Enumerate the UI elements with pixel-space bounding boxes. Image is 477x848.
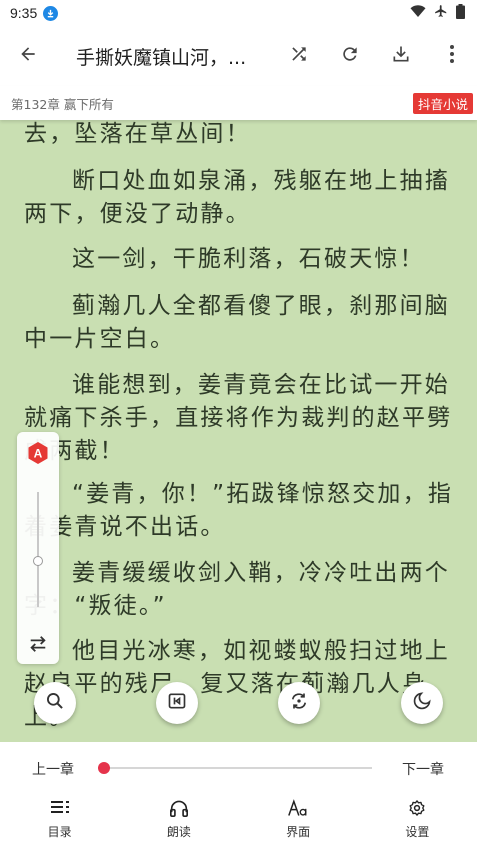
bottom-nav: 目录 朗读 界面 设置 xyxy=(0,794,477,848)
auto-page-icon[interactable]: A xyxy=(26,441,50,465)
paragraph: 这一剑，干脆利落，石破天惊！ xyxy=(72,246,425,272)
brightness-slider-thumb[interactable] xyxy=(33,556,43,566)
battery-icon xyxy=(456,3,465,23)
more-options-button[interactable] xyxy=(426,26,477,86)
download-badge-icon xyxy=(43,5,59,21)
paragraph: 姜青缓缓收剑入鞘，冷冷吐出两个字：“叛徒。” xyxy=(24,560,450,619)
chapter-progress-thumb[interactable] xyxy=(98,762,110,774)
nav-settings-label: 设置 xyxy=(405,825,430,839)
paragraph: 断口处血如泉涌，残躯在地上抽搐两下，便没了动静。 xyxy=(24,168,450,227)
paragraph: “姜青，你！”拓跋锋惊怒交加，指着姜青说不出话。 xyxy=(24,481,454,540)
night-mode-icon xyxy=(412,691,432,715)
source-tag[interactable]: 抖音小说 xyxy=(412,92,473,114)
auto-read-button[interactable] xyxy=(156,682,198,724)
refresh-icon xyxy=(340,44,360,68)
back-arrow-icon xyxy=(18,44,38,68)
nav-interface-label: 界面 xyxy=(286,825,311,839)
airplane-mode-icon xyxy=(434,4,448,22)
search-icon xyxy=(45,691,65,715)
shuffle-icon xyxy=(289,44,309,68)
change-source-button[interactable] xyxy=(273,26,324,86)
swap-orientation-icon[interactable] xyxy=(27,634,49,658)
chapter-progress-track[interactable] xyxy=(104,767,372,769)
brightness-slider-track[interactable] xyxy=(37,492,39,607)
settings-gear-icon xyxy=(408,798,426,818)
nav-toc[interactable]: 目录 xyxy=(0,794,119,848)
chapter-title: 第132章 赢下所有 xyxy=(11,96,114,112)
refresh-button[interactable] xyxy=(324,26,375,86)
toc-icon xyxy=(50,798,70,818)
chapter-bar: 第132章 赢下所有 抖音小说 xyxy=(0,86,477,120)
night-mode-button[interactable] xyxy=(401,682,443,724)
next-chapter-button[interactable]: 下一章 xyxy=(402,759,444,779)
nav-read-aloud[interactable]: 朗读 xyxy=(119,794,238,848)
auto-badge-letter: A xyxy=(34,447,43,461)
book-title: 手撕妖魔镇山河，... xyxy=(76,46,247,69)
reader-menu-bottom: 上一章 下一章 目录 朗读 界面 设置 xyxy=(0,742,477,848)
headphones-icon xyxy=(169,798,189,818)
app-bar: 手撕妖魔镇山河，... xyxy=(0,26,477,86)
paragraph: 蓟瀚几人全都看傻了眼，刹那间脑中一片空白。 xyxy=(24,293,450,352)
font-style-icon xyxy=(288,798,308,818)
back-button[interactable] xyxy=(0,26,56,86)
nav-toc-label: 目录 xyxy=(47,825,72,839)
replace-icon xyxy=(289,691,309,715)
auto-read-icon xyxy=(167,691,187,715)
reading-area[interactable]: 去，坠落在草丛间！ 断口处血如泉涌，残躯在地上抽搐两下，便没了动静。 这一剑，干… xyxy=(0,120,477,742)
wifi-icon xyxy=(410,4,426,22)
status-bar: 9:35 xyxy=(0,0,477,26)
download-icon xyxy=(391,44,411,68)
prev-chapter-button[interactable]: 上一章 xyxy=(32,759,74,779)
nav-read-aloud-label: 朗读 xyxy=(166,825,191,839)
paragraph: 谁能想到，姜青竟会在比试一开始就痛下杀手，直接将作为裁判的赵平劈成两截！ xyxy=(24,372,453,464)
brightness-side-panel: A xyxy=(17,432,59,664)
replace-button[interactable] xyxy=(278,682,320,724)
status-time: 9:35 xyxy=(10,5,38,21)
nav-interface[interactable]: 界面 xyxy=(239,794,358,848)
paragraph: 去，坠落在草丛间！ xyxy=(24,121,251,147)
download-button[interactable] xyxy=(375,26,426,86)
more-vert-icon xyxy=(449,44,455,68)
nav-settings[interactable]: 设置 xyxy=(358,794,477,848)
search-button[interactable] xyxy=(34,682,76,724)
paragraph: 他目光冰寒，如视蝼蚁般扫过地上赵良平的残尸，复又落在蓟瀚几人身上。 xyxy=(24,638,450,730)
